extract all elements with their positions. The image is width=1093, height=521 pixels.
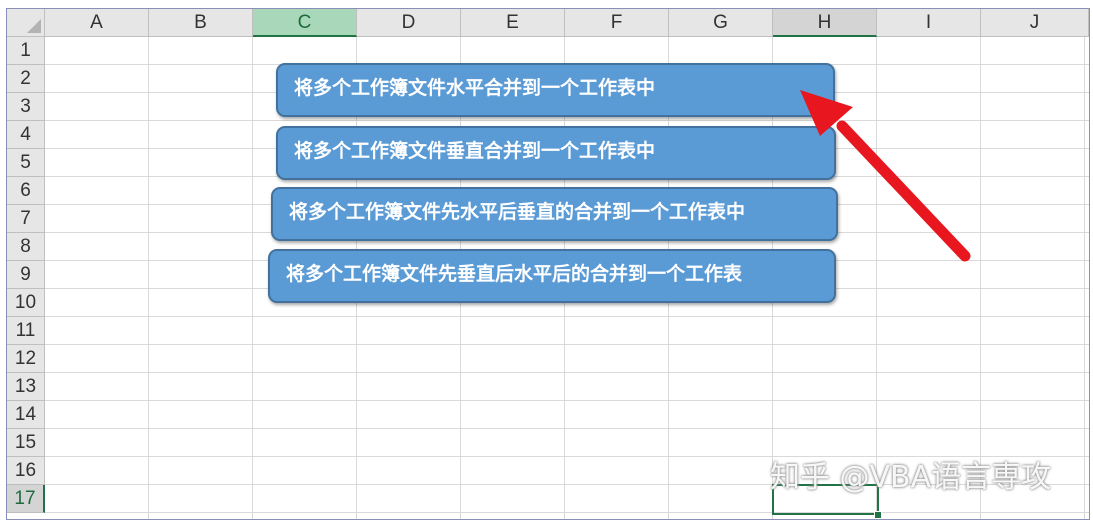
red-arrow-icon	[800, 90, 971, 262]
watermark-text: 知乎 @VBA语言専攻	[770, 460, 1052, 495]
